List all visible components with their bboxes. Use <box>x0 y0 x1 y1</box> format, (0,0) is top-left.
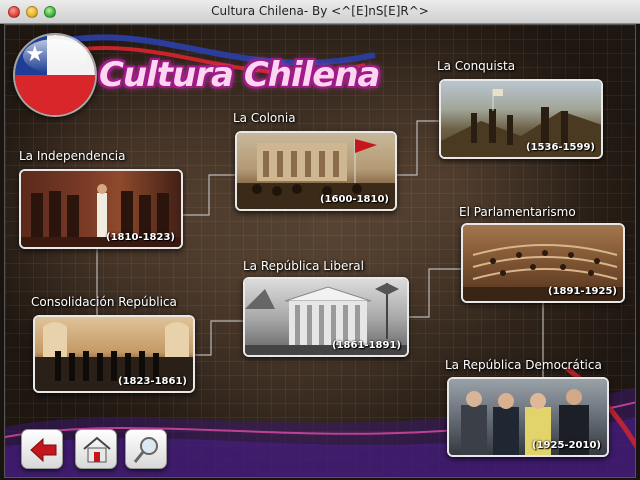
app-title: Cultura Chilena <box>99 55 380 95</box>
chile-flag-ball-icon: ★ <box>13 33 97 117</box>
era-years-la-republica-democratica: (1925-2010) <box>532 440 601 451</box>
era-years-la-republica-liberal: (1861-1891) <box>332 340 401 351</box>
era-label-la-republica-liberal: La República Liberal <box>243 259 364 273</box>
back-button[interactable] <box>21 429 63 469</box>
era-years-la-colonia: (1600-1810) <box>320 194 389 205</box>
window-title: Cultura Chilena- By <^[E]nS[E]R^> <box>211 4 429 18</box>
era-label-la-colonia: La Colonia <box>233 111 296 125</box>
era-card-el-parlamentarismo[interactable]: (1891-1925) <box>461 223 625 303</box>
era-card-la-republica-liberal[interactable]: (1861-1891) <box>243 277 409 357</box>
era-label-la-independencia: La Independencia <box>19 149 126 163</box>
era-years-consolidacion-republica: (1823-1861) <box>118 376 187 387</box>
era-card-consolidacion-republica[interactable]: (1823-1861) <box>33 315 195 393</box>
era-years-la-conquista: (1536-1599) <box>526 142 595 153</box>
search-button[interactable] <box>125 429 167 469</box>
era-years-la-independencia: (1810-1823) <box>106 232 175 243</box>
home-icon <box>83 436 111 463</box>
era-card-la-colonia[interactable]: (1600-1810) <box>235 131 397 211</box>
era-card-la-independencia[interactable]: (1810-1823) <box>19 169 183 249</box>
era-label-el-parlamentarismo: El Parlamentarismo <box>459 205 576 219</box>
window-titlebar: Cultura Chilena- By <^[E]nS[E]R^> <box>0 0 640 24</box>
era-years-el-parlamentarismo: (1891-1925) <box>548 286 617 297</box>
home-button[interactable] <box>75 429 117 469</box>
magnifier-icon <box>133 437 158 463</box>
back-arrow-icon <box>30 437 57 463</box>
era-card-la-republica-democratica[interactable]: (1925-2010) <box>447 377 609 457</box>
era-label-la-republica-democratica: La República Democrática <box>445 358 602 372</box>
era-card-la-conquista[interactable]: (1536-1599) <box>439 79 603 159</box>
era-label-consolidacion-republica: Consolidación República <box>31 295 177 309</box>
era-label-la-conquista: La Conquista <box>437 59 516 73</box>
main-stage: ★ Cultura Chilena La Conquista (1536-159… <box>4 24 636 478</box>
